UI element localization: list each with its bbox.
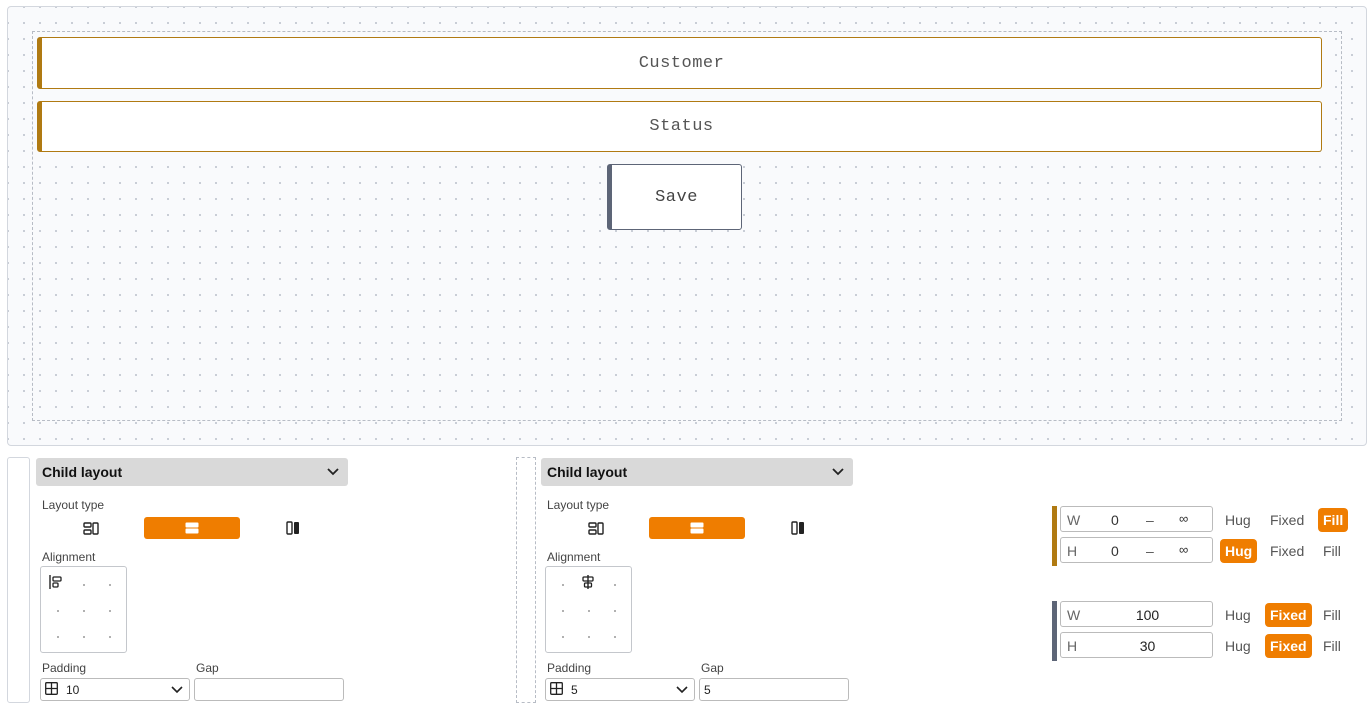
gap-label: Gap bbox=[701, 661, 724, 675]
axis-label: W bbox=[1067, 512, 1081, 528]
columns-icon[interactable] bbox=[278, 517, 308, 539]
child-layout-panel: Child layout Layout type Alignment Paddi… bbox=[36, 458, 348, 708]
max-value: ∞ bbox=[1179, 511, 1189, 526]
padding-label: Padding bbox=[547, 661, 592, 675]
max-value: ∞ bbox=[1179, 542, 1189, 557]
save-button[interactable]: Save bbox=[607, 164, 742, 230]
rows-icon[interactable] bbox=[144, 517, 240, 539]
fill-option[interactable]: Fill bbox=[1318, 539, 1346, 563]
padding-select[interactable]: 10 bbox=[40, 678, 190, 701]
chevron-down-icon bbox=[676, 683, 688, 698]
width-range-input[interactable]: W 0 – ∞ bbox=[1060, 506, 1213, 532]
stack-vertical-icon[interactable] bbox=[76, 517, 106, 539]
width-value: 100 bbox=[1135, 607, 1160, 623]
hug-option[interactable]: Hug bbox=[1220, 508, 1256, 532]
grid-icon bbox=[550, 681, 563, 698]
width-row: W 100 Hug Fixed Fill bbox=[1060, 601, 1350, 627]
gap-label: Gap bbox=[196, 661, 219, 675]
padding-label: Padding bbox=[42, 661, 87, 675]
fill-option[interactable]: Fill bbox=[1318, 603, 1346, 627]
min-value: 0 bbox=[1111, 543, 1119, 559]
width-row: W 0 – ∞ Hug Fixed Fill bbox=[1060, 506, 1350, 532]
stack-vertical-icon[interactable] bbox=[581, 517, 611, 539]
alignment-label: Alignment bbox=[547, 550, 601, 564]
height-row: H 30 Hug Fixed Fill bbox=[1060, 632, 1350, 658]
sizing-controls-button: W 100 Hug Fixed Fill H 30 Hug Fixed Fill bbox=[1052, 601, 1352, 661]
fill-option[interactable]: Fill bbox=[1318, 634, 1346, 658]
sizing-controls-field: W 0 – ∞ Hug Fixed Fill H 0 – ∞ Hug Fixed… bbox=[1052, 506, 1352, 566]
gap-input[interactable] bbox=[194, 678, 344, 701]
panel-title: Child layout bbox=[42, 464, 123, 480]
chevron-down-icon bbox=[171, 683, 183, 698]
child-layout-panel: Child layout Layout type Alignment Paddi… bbox=[541, 458, 853, 708]
height-row: H 0 – ∞ Hug Fixed Fill bbox=[1060, 537, 1350, 563]
height-input[interactable]: H 30 bbox=[1060, 632, 1213, 658]
panel-header[interactable]: Child layout bbox=[541, 458, 853, 486]
chevron-down-icon[interactable] bbox=[831, 465, 845, 479]
panel-title: Child layout bbox=[547, 464, 628, 480]
accent-bar bbox=[1052, 601, 1057, 661]
fixed-option[interactable]: Fixed bbox=[1265, 508, 1309, 532]
layout-type-label: Layout type bbox=[42, 498, 105, 512]
fixed-option[interactable]: Fixed bbox=[1265, 634, 1312, 658]
fixed-option[interactable]: Fixed bbox=[1265, 603, 1312, 627]
align-top-center-icon[interactable] bbox=[581, 575, 595, 594]
padding-select[interactable]: 5 bbox=[545, 678, 695, 701]
status-field[interactable]: Status bbox=[37, 101, 1322, 152]
hug-option[interactable]: Hug bbox=[1220, 539, 1258, 563]
fixed-option[interactable]: Fixed bbox=[1265, 539, 1309, 563]
grid-icon bbox=[45, 681, 58, 698]
alignment-label: Alignment bbox=[42, 550, 96, 564]
width-input[interactable]: W 100 bbox=[1060, 601, 1213, 627]
padding-value: 5 bbox=[571, 682, 578, 697]
columns-icon[interactable] bbox=[783, 517, 813, 539]
alignment-grid[interactable] bbox=[545, 566, 632, 653]
customer-field[interactable]: Customer bbox=[37, 37, 1322, 89]
panel-header[interactable]: Child layout bbox=[36, 458, 348, 486]
rows-icon[interactable] bbox=[649, 517, 745, 539]
align-top-left-icon[interactable] bbox=[49, 575, 65, 594]
range-separator: – bbox=[1146, 543, 1154, 559]
min-value: 0 bbox=[1111, 512, 1119, 528]
hug-option[interactable]: Hug bbox=[1220, 634, 1256, 658]
alignment-grid[interactable] bbox=[40, 566, 127, 653]
layout-type-label: Layout type bbox=[547, 498, 610, 512]
height-value: 30 bbox=[1139, 638, 1156, 654]
tree-indent-strip bbox=[516, 457, 536, 703]
accent-bar bbox=[1052, 506, 1057, 566]
axis-label: H bbox=[1067, 543, 1078, 559]
gap-input[interactable]: 5 bbox=[699, 678, 849, 701]
chevron-down-icon[interactable] bbox=[326, 465, 340, 479]
tree-indent-strip bbox=[7, 457, 30, 703]
height-range-input[interactable]: H 0 – ∞ bbox=[1060, 537, 1213, 563]
hug-option[interactable]: Hug bbox=[1220, 603, 1256, 627]
padding-value: 10 bbox=[66, 682, 80, 697]
fill-option[interactable]: Fill bbox=[1318, 508, 1349, 532]
range-separator: – bbox=[1146, 512, 1154, 528]
